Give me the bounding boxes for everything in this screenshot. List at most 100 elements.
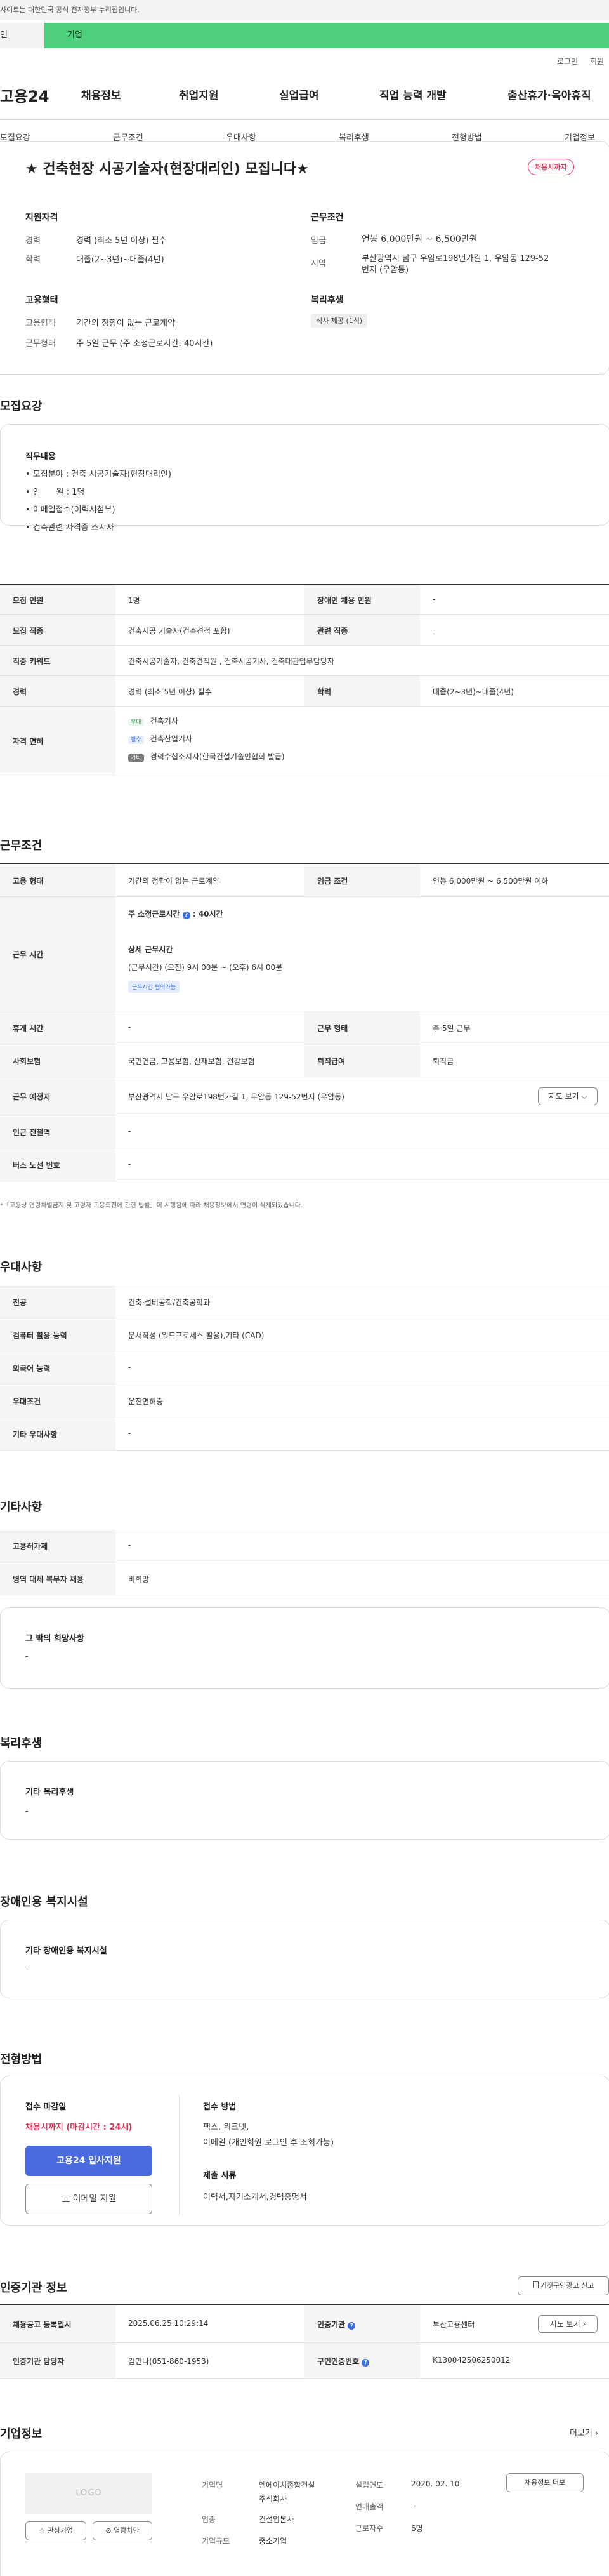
age-law-footnote: *「고용상 연령차별금지 및 고령자 고용촉진에 관한 법률」이 시행됨에 따라… [0, 1202, 303, 1209]
table-header-cell: 고용허가제 [0, 1529, 115, 1562]
cert-map-button[interactable]: 지도 보기 › [538, 2315, 598, 2333]
qualification-heading: 지원자격 [25, 213, 58, 223]
gnb-employment-support[interactable]: 취업지원 [179, 86, 219, 102]
table-row: 인근 전철역 - [0, 1115, 609, 1148]
pay-label: 임금 [311, 236, 326, 246]
method-value-2: 이메일 (개인회원 로그인 후 조회가능) [203, 2138, 334, 2148]
license-chip: 우대 [128, 719, 144, 726]
company-jobs-button[interactable]: 채용정보 더보 [506, 2473, 584, 2492]
table-header-cell: 병역 대체 복무자 채용 [0, 1562, 115, 1595]
table-cell: 국민연금, 고용보험, 산재보험, 건강보험 [128, 1057, 255, 1066]
duty-line: • 인 원 : 1명 [25, 488, 85, 497]
established-label: 설립연도 [355, 2481, 384, 2490]
disabled-facility-value: - [25, 1964, 29, 1974]
license-chip: 기타 [128, 754, 144, 762]
table-cell: - [128, 1023, 131, 1032]
company-more-link[interactable]: 더보기 › [570, 2426, 598, 2438]
table-cell: 주 5일 근무 [433, 1024, 471, 1033]
table-cell: 건축기사 [150, 717, 178, 726]
table-header-cell: 근무 예정지 [0, 1077, 115, 1115]
table-row: 인증기관 담당자 김민나(051-860-1953) 구인인증번호 ? K130… [0, 2343, 609, 2379]
table-cell: 건축시공 기술자(건축견적 포함) [128, 627, 230, 635]
documents-label: 제출 서류 [203, 2171, 237, 2181]
company-section-title: 기업정보 [0, 2427, 43, 2441]
career-value: 경력 (최소 5년 이상) 필수 [76, 236, 167, 246]
login-link[interactable]: 로그인 [557, 56, 578, 67]
document-icon [532, 2281, 539, 2288]
education-label: 학력 [25, 255, 41, 265]
location-value-2: 번지 (우암동) [362, 265, 409, 275]
table-cell: - [128, 1160, 131, 1169]
table-header-cell: 우대조건 [0, 1384, 115, 1417]
etc-section-title: 기타사항 [0, 1501, 43, 1514]
deadline-value: 채용시까지 (마감시간 : 24시) [25, 2123, 133, 2132]
email-apply-button[interactable]: 이메일 지원 [25, 2184, 152, 2214]
license-item: 필수 건축산업기사 [128, 733, 192, 744]
table-header-cell: 기타 우대사항 [0, 1417, 115, 1450]
pay-value: 연봉 6,000만원 ~ 6,500만원 [362, 234, 478, 244]
table-row: 모집 직종 건축시공 기술자(건축견적 포함) 관련 직종 - [0, 615, 609, 646]
block-view-button[interactable]: ⊘ 열람차단 [93, 2521, 152, 2540]
company-name-value-2: 주식회사 [259, 2495, 287, 2504]
table-cell: - [128, 1363, 131, 1372]
help-icon[interactable]: ? [182, 912, 190, 919]
map-toggle-button[interactable]: 지도 보기 ⌵ [538, 1087, 598, 1105]
table-row: 사회보험 국민연금, 고용보험, 산재보험, 건강보험 퇴직급여 퇴직금 [0, 1044, 609, 1077]
gnb-unemployment-benefit[interactable]: 실업급여 [279, 86, 319, 102]
company-size-value: 중소기업 [259, 2537, 287, 2546]
table-row: 채용공고 등록일시 2025.06.25 10:29:14 인증기관 ? 부산고… [0, 2305, 609, 2343]
star-icon: ☆ [39, 2526, 45, 2535]
table-row: 병역 대체 복무자 채용 비희망 [0, 1562, 609, 1595]
join-link[interactable]: 회원 [590, 56, 604, 67]
industry-value: 건설업본사 [259, 2515, 294, 2524]
table-cell: 건축시공기술자, 건축견적원 , 건축시공기사, 건축대관업무담당자 [128, 657, 334, 666]
gnb-jobs[interactable]: 채용정보 [81, 86, 121, 102]
education-value: 대졸(2~3년)~대졸(4년) [76, 255, 164, 265]
table-cell: 김민나(051-860-1953) [128, 2357, 209, 2366]
table-row: 우대조건 운전면허증 [0, 1384, 609, 1417]
welfare-chip: 식사 제공 (1식) [311, 314, 368, 328]
cert-section-title: 인증기관 정보 [0, 2281, 67, 2295]
preference-section-title: 우대사항 [0, 1261, 43, 1274]
site-logo[interactable]: 고용24 [0, 84, 49, 106]
recruit-section-title: 모집요강 [0, 400, 43, 413]
gnb-parental-leave[interactable]: 출산휴가·육아휴직 [508, 86, 591, 102]
duty-line: • 모집분야 : 건축 시공기술자(현장대리인) [25, 470, 172, 479]
table-header-cell: 직종 키워드 [0, 646, 115, 675]
table-header-cell: 컴퓨터 활용 능력 [0, 1318, 115, 1351]
table-cell: 운전면허증 [128, 1397, 164, 1406]
employees-label: 근로자수 [355, 2524, 384, 2533]
favorite-company-button[interactable]: ☆ 관심기업 [25, 2521, 86, 2540]
industry-label: 업종 [202, 2515, 216, 2524]
work-type-value: 주 5일 근무 (주 소정근로시간: 40시간) [76, 339, 213, 349]
table-row: 휴게 시간 - 근무 형태 주 5일 근무 [0, 1011, 609, 1044]
apply-button[interactable]: 고용24 입사지원 [25, 2146, 152, 2176]
company-logo: LOGO [25, 2473, 152, 2514]
welfare-box-value: - [25, 1807, 29, 1816]
tab-individual[interactable]: 인 [0, 23, 44, 48]
report-false-ad-button[interactable]: 거짓구인광고 신고 [518, 2276, 609, 2295]
table-row: 컴퓨터 활용 능력 문서작성 (워드프로세스 활용),기타 (CAD) [0, 1318, 609, 1351]
employees-value: 6명 [411, 2524, 423, 2533]
license-item: 기타 경력수첩소지자(한국건설기술인협회 발급) [128, 751, 285, 762]
table-row: 고용 형태 기간의 정함이 없는 근로계약 임금 조건 연봉 6,000만원 ~… [0, 864, 609, 897]
company-size-label: 기업규모 [202, 2537, 230, 2546]
negotiable-chip: 근무시간 협의가능 [128, 981, 180, 993]
table-cell: 건축·설비공학/건축공학과 [128, 1298, 211, 1307]
gnb-vocational-training[interactable]: 직업 능력 개발 [379, 86, 447, 102]
documents-value: 이력서,자기소개서,경력증명서 [203, 2193, 307, 2202]
table-cell: - [128, 1127, 131, 1136]
table-row: 근무 시간 주 소정근로시간 ? : 40시간 상세 근무시간 (근무시간) (… [0, 897, 609, 1011]
table-cell: - [128, 1541, 131, 1550]
table-header-cell: 구인인증번호 ? [304, 2343, 420, 2378]
help-icon[interactable]: ? [348, 2322, 356, 2330]
detail-hours-heading: 상세 근무시간 [128, 945, 173, 954]
table-cell: - [433, 625, 436, 634]
mail-icon [61, 2196, 70, 2202]
table-header-cell: 외국어 능력 [0, 1351, 115, 1384]
job-title: ★ 건축현장 시공기술자(현장대리인) 모집니다★ [25, 161, 309, 177]
help-icon[interactable]: ? [362, 2359, 370, 2367]
company-card [0, 2452, 609, 2576]
tab-company[interactable]: 기업 [44, 23, 609, 48]
block-icon: ⊘ [105, 2526, 112, 2535]
